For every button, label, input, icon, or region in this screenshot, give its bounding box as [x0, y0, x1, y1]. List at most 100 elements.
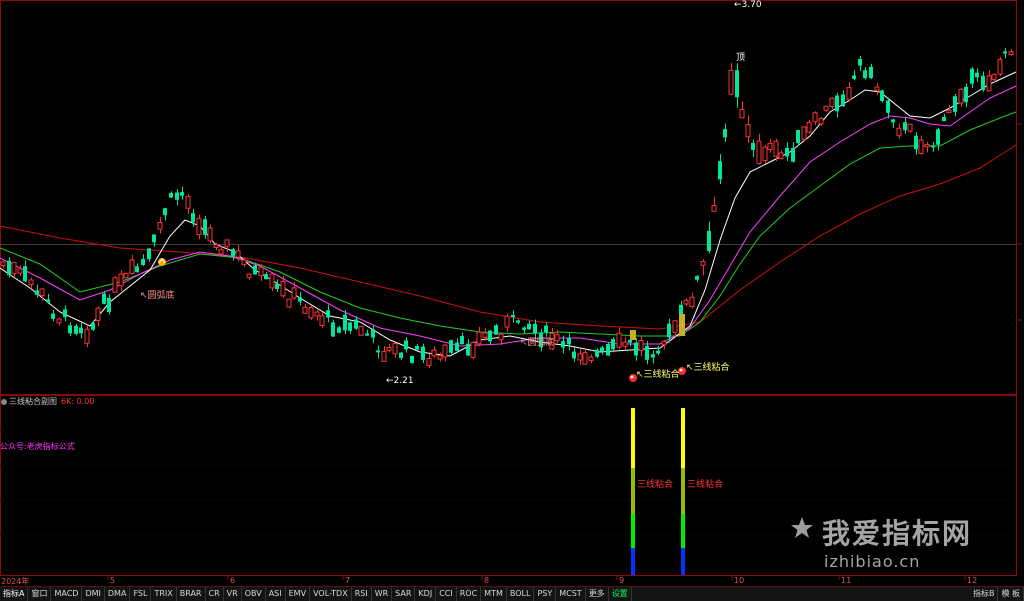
candle-body-158 [886, 100, 890, 113]
candle-body-50 [280, 280, 286, 297]
tab-sar[interactable]: SAR [392, 587, 416, 601]
candle-body-70 [392, 343, 398, 355]
candle-body-126 [707, 230, 711, 252]
tab-macd[interactable]: MACD [51, 587, 83, 601]
candle-body-118 [661, 340, 667, 346]
sub-panel-title: 三线粘合副图 [9, 397, 57, 406]
candle-body-18 [102, 293, 106, 304]
candle-body-112 [628, 339, 632, 343]
tab-emv[interactable]: EMV [286, 587, 311, 601]
candle-body-83 [466, 343, 470, 356]
watermark: 我爱指标网 izhibiao.cn [788, 510, 998, 580]
signal-label-2: 三线粘合 [687, 480, 724, 490]
candle-body-88 [494, 325, 498, 335]
candle-body-6 [35, 290, 39, 295]
candle-body-150 [841, 94, 845, 107]
candle-body-108 [606, 343, 610, 356]
candle-body-59 [331, 322, 335, 337]
tab-asi[interactable]: ASI [266, 587, 286, 601]
tab-indicator-b[interactable]: 指标B [970, 587, 999, 601]
candle-body-164 [918, 139, 924, 154]
tab-trix[interactable]: TRIX [151, 587, 177, 601]
candle-body-73 [410, 356, 414, 363]
candle-body-163 [914, 135, 918, 150]
tab-mtm[interactable]: MTM [481, 587, 507, 601]
candle-body-156 [874, 86, 880, 91]
candle-body-97 [544, 325, 548, 333]
candle-body-48 [269, 273, 275, 289]
sub-panel-title-row: 三线粘合副图 6K: 0.00 [0, 396, 94, 407]
tab-cci[interactable]: CCI [436, 587, 457, 601]
candle-body-1 [7, 260, 11, 275]
three-line-label-2: ↖三线粘合 [686, 363, 730, 373]
candle-body-162 [907, 123, 913, 132]
candle-body-173 [970, 68, 974, 84]
candle-body-114 [638, 340, 644, 352]
candle-body-175 [981, 75, 985, 91]
candle-body-136 [762, 146, 768, 161]
candle-body-79 [442, 344, 448, 358]
candle-body-166 [931, 145, 935, 148]
candle-body-45 [253, 265, 257, 275]
candle-body-120 [672, 320, 678, 333]
candle-body-115 [645, 345, 649, 360]
candle-body-146 [818, 118, 824, 125]
candle-body-161 [903, 122, 907, 131]
tab-dmi[interactable]: DMI [82, 587, 105, 601]
candle-body-66 [371, 329, 375, 338]
tab-boll[interactable]: BOLL [507, 587, 535, 601]
tab-roc[interactable]: ROC [457, 587, 482, 601]
top-marker-label: 顶 [736, 53, 746, 63]
tab-indicator-a[interactable]: 指标A [0, 587, 29, 601]
candle-body-180 [1008, 51, 1014, 56]
tab-kdj[interactable]: KDJ [415, 587, 437, 601]
tab-vol-tdx[interactable]: VOL-TDX [310, 587, 352, 601]
candle-body-47 [264, 274, 268, 280]
candle-body-111 [622, 341, 628, 347]
tab-dma[interactable]: DMA [105, 587, 131, 601]
tab-window[interactable]: 窗口 [28, 587, 52, 601]
tab-cr[interactable]: CR [206, 587, 224, 601]
candle-body-11 [63, 309, 67, 318]
candle-body-78 [437, 355, 443, 360]
candle-body-131 [735, 70, 739, 98]
candle-body-24 [135, 266, 139, 273]
candle-body-5 [28, 279, 34, 286]
signal-bar-2 [681, 408, 685, 575]
candle-body-14 [79, 327, 83, 334]
candle-body-113 [634, 342, 638, 356]
tab-fsl[interactable]: FSL [130, 587, 152, 601]
low-price-label: ←2.21 [386, 376, 414, 386]
high-price-label: ←3.70 [734, 0, 762, 10]
x-label-8: 8 [484, 576, 490, 585]
tab-rsi[interactable]: RSI [352, 587, 372, 601]
panel-dot-icon[interactable] [1, 398, 7, 405]
tab-vr[interactable]: VR [224, 587, 242, 601]
candle-body-107 [600, 347, 604, 352]
candle-body-104 [582, 352, 588, 365]
candle-body-143 [801, 126, 807, 141]
candle-body-110 [616, 332, 622, 348]
tab-mcst[interactable]: MCST [556, 587, 586, 601]
tab-template[interactable]: 模 板 [998, 587, 1024, 601]
formula-label: 公众号:老虎指标公式 [0, 442, 75, 451]
candle-body-109 [611, 339, 615, 350]
candle-body-129 [723, 129, 727, 138]
candle-body-23 [129, 259, 135, 274]
candle-body-42 [235, 250, 241, 258]
tab-settings[interactable]: 设置 [609, 587, 632, 601]
tab-more[interactable]: 更多 [586, 587, 609, 601]
tab-obv[interactable]: OBV [242, 587, 266, 601]
tab-brar[interactable]: BRAR [177, 587, 206, 601]
candle-body-25 [141, 258, 145, 265]
candle-body-10 [56, 318, 62, 324]
candle-body-127 [711, 205, 717, 212]
candle-body-137 [767, 142, 773, 150]
candle-body-22 [123, 272, 129, 279]
candle-body-61 [343, 314, 347, 331]
candle-body-139 [778, 152, 784, 159]
candle-body-140 [785, 147, 789, 157]
tab-psy[interactable]: PSY [534, 587, 557, 601]
tab-wr[interactable]: WR [372, 587, 393, 601]
signal-candle-1 [679, 314, 685, 336]
